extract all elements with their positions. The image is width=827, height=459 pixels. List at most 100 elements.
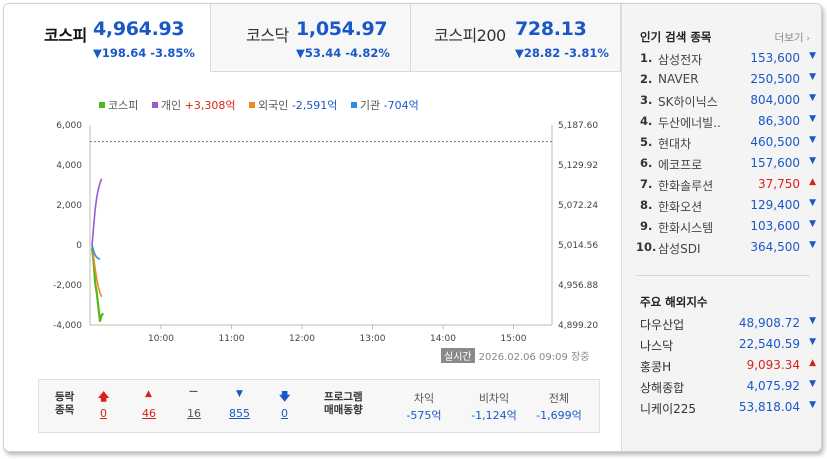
world-index-item[interactable]: 다우산업 48,908.72 ▼ xyxy=(622,316,821,336)
triangle-down-icon: ▼ xyxy=(809,198,816,208)
breadth-label-line2: 종목 xyxy=(55,404,75,416)
world-index-value: 9,093.34 xyxy=(746,358,800,372)
right-panel: 인기 검색 종목 더보기 › 1. 삼성전자 153,600 ▼ 2. NAVER 250,… xyxy=(621,4,821,451)
popular-title: 인기 검색 종목 xyxy=(640,30,712,44)
popular-rank: 8. xyxy=(640,198,653,212)
world-index-name: 나스닥 xyxy=(640,339,674,353)
program-label-line2: 매매동향 xyxy=(324,404,363,416)
popular-price: 153,600 xyxy=(750,51,800,65)
triangle-down-icon: ▼ xyxy=(809,337,816,347)
popular-rank: 1. xyxy=(640,51,653,65)
limit-up-icon: 🡅 xyxy=(98,390,110,403)
popular-item[interactable]: 3. SK하이닉스 804,000 ▼ xyxy=(622,93,821,113)
market-widget: 코스피 4,964.93 ▼198.64 -3.85% 코스닥 1,054.97… xyxy=(3,3,822,452)
popular-item[interactable]: 2. NAVER 250,500 ▼ xyxy=(622,72,821,92)
popular-item[interactable]: 10. 삼성SDI 364,500 ▼ xyxy=(622,240,821,260)
world-index-item[interactable]: 홍콩H 9,093.34 ▲ xyxy=(622,358,821,378)
x-tick-label: 14:00 xyxy=(430,334,456,344)
world-title: 주요 해외지수 xyxy=(640,295,708,309)
triangle-down-icon: ▼ xyxy=(809,72,816,82)
up-icon: ▲ xyxy=(145,389,152,399)
popular-price: 460,500 xyxy=(750,135,800,149)
y-tick-right: 5,072.24 xyxy=(558,201,598,211)
popular-price: 364,500 xyxy=(750,240,800,254)
popular-name: 한화솔루션 xyxy=(658,179,714,193)
tab-kosdaq[interactable]: 코스닥 1,054.97 ▼53.44 -4.82% xyxy=(211,4,411,72)
x-tick-label: 12:00 xyxy=(289,334,315,344)
world-index-item[interactable]: 상해종합 4,075.92 ▼ xyxy=(622,379,821,399)
triangle-down-icon: ▼ xyxy=(809,135,816,145)
tab-kospi200[interactable]: 코스피200 728.13 ▼28.82 -3.81% xyxy=(411,4,621,72)
world-index-value: 22,540.59 xyxy=(738,337,800,351)
world-index-name: 다우산업 xyxy=(640,318,685,332)
popular-rank: 9. xyxy=(640,219,653,233)
program-nonarbitrage-value: -1,124억 xyxy=(471,409,517,422)
triangle-down-icon: ▼ xyxy=(809,51,816,61)
chevron-right-icon: › xyxy=(803,34,810,44)
unchanged-icon: — xyxy=(189,387,198,397)
series-line-1 xyxy=(91,178,103,246)
triangle-up-icon: ▲ xyxy=(809,177,816,187)
y-tick-right: 5,014.56 xyxy=(558,241,598,251)
legend-swatch xyxy=(99,102,105,108)
y-tick-right: 5,187.60 xyxy=(558,121,598,131)
popular-price: 129,400 xyxy=(750,198,800,212)
popular-name: 한화시스템 xyxy=(658,221,714,235)
tab-kospi200-value: 728.13 xyxy=(515,18,587,40)
popular-name: 에코프로 xyxy=(658,158,703,172)
down-icon: ▼ xyxy=(236,389,243,399)
popular-price: 804,000 xyxy=(750,93,800,107)
popular-item[interactable]: 5. 현대차 460,500 ▼ xyxy=(622,135,821,155)
popular-name: 삼성SDI xyxy=(658,242,701,256)
triangle-down-icon: ▼ xyxy=(809,400,816,410)
popular-item[interactable]: 8. 한화오션 129,400 ▼ xyxy=(622,198,821,218)
triangle-down-icon: ▼ xyxy=(809,93,816,103)
x-tick-label: 13:00 xyxy=(360,334,386,344)
popular-item[interactable]: 7. 한화솔루션 37,750 ▲ xyxy=(622,177,821,197)
world-index-name: 상해종합 xyxy=(640,381,685,395)
x-tick-label: 10:00 xyxy=(148,334,174,344)
limit-down-count[interactable]: 0 xyxy=(281,407,288,420)
triangle-down-icon: ▼ xyxy=(809,379,816,389)
popular-rank: 5. xyxy=(640,135,653,149)
y-tick-left: 0 xyxy=(76,241,82,251)
world-index-item[interactable]: 나스닥 22,540.59 ▼ xyxy=(622,337,821,357)
world-index-item[interactable]: 니케이225 53,818.04 ▼ xyxy=(622,400,821,420)
tab-kosdaq-name: 코스닥 xyxy=(246,26,289,45)
popular-price: 86,300 xyxy=(758,114,800,128)
tab-kospi[interactable]: 코스피 4,964.93 ▼198.64 -3.85% xyxy=(4,4,211,72)
popular-item[interactable]: 6. 에코프로 157,600 ▼ xyxy=(622,156,821,176)
y-tick-right: 4,956.88 xyxy=(558,281,598,291)
program-nonarbitrage-header: 비차익 xyxy=(478,392,510,405)
timestamp: 실시간 2026.02.06 09:09 장중 xyxy=(441,348,589,363)
up-count[interactable]: 46 xyxy=(142,407,156,420)
popular-price: 37,750 xyxy=(758,177,800,191)
realtime-badge[interactable]: 실시간 xyxy=(441,348,475,363)
popular-rank: 10. xyxy=(636,240,657,254)
popular-more-label: 더보기 xyxy=(774,32,804,44)
program-arbitrage-value: -575억 xyxy=(406,409,442,422)
popular-price: 103,600 xyxy=(750,219,800,233)
popular-rank: 3. xyxy=(640,93,653,107)
y-tick-right: 4,899.20 xyxy=(558,321,598,331)
world-index-name: 홍콩H xyxy=(640,360,672,374)
popular-name: NAVER xyxy=(658,72,699,86)
legend-swatch xyxy=(350,102,357,108)
limit-up-count[interactable]: 0 xyxy=(100,407,107,420)
popular-item[interactable]: 1. 삼성전자 153,600 ▼ xyxy=(622,51,821,71)
popular-rank: 4. xyxy=(640,114,653,128)
popular-item[interactable]: 9. 한화시스템 103,600 ▼ xyxy=(622,219,821,239)
popular-rank: 6. xyxy=(640,156,653,170)
triangle-down-icon: ▼ xyxy=(809,156,816,166)
tab-kosdaq-value: 1,054.97 xyxy=(296,18,388,40)
popular-item[interactable]: 4. 두산에너빌.. 86,300 ▼ xyxy=(622,114,821,134)
tab-kospi-change: ▼198.64 -3.85% xyxy=(93,46,195,60)
tab-kosdaq-change: ▼53.44 -4.82% xyxy=(296,46,390,60)
down-count[interactable]: 855 xyxy=(229,407,250,420)
popular-name: 두산에너빌.. xyxy=(658,116,721,130)
breadth-label: 등락 종목 xyxy=(55,391,74,417)
legend-swatch xyxy=(151,102,158,108)
unchanged-count[interactable]: 16 xyxy=(187,407,201,420)
popular-more-link[interactable]: 더보기 › xyxy=(775,30,810,45)
popular-price: 157,600 xyxy=(750,156,800,170)
